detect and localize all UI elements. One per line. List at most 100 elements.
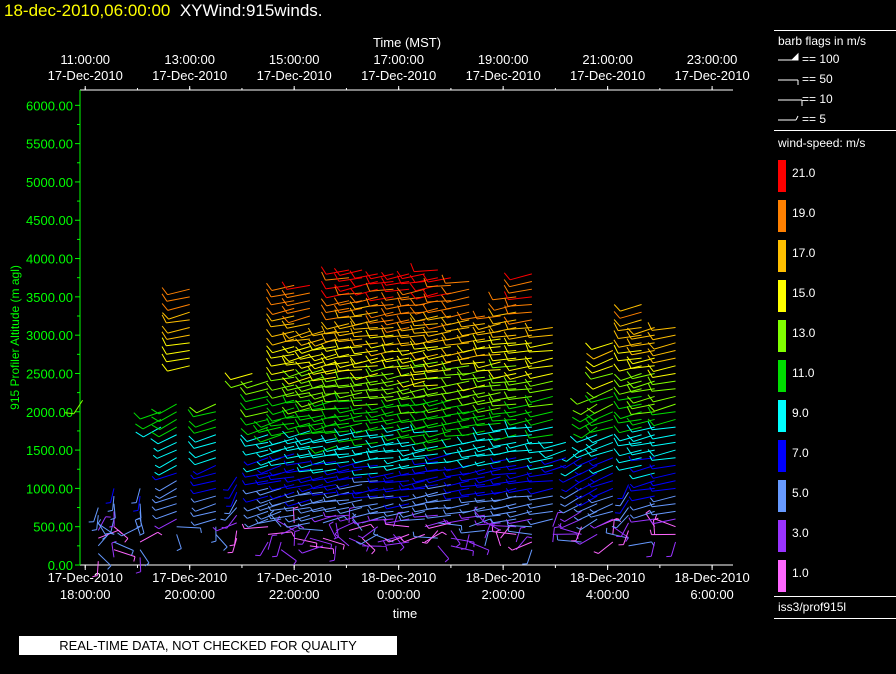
wind-barb-shaft [530,380,553,387]
wind-barb-feather [589,478,595,483]
wind-barb-shaft [462,438,485,445]
wind-barb-shaft [530,411,553,418]
wind-barb-shaft [529,449,553,454]
wind-barb-feather [322,459,327,465]
wind-barb-shaft [353,418,378,422]
wind-barb-feather [357,535,363,539]
wind-barb-feather [613,311,621,319]
top-tick-label-date: 17-Dec-2010 [466,68,541,83]
wind-barb-shaft [371,365,394,373]
wind-barb-shaft [272,491,295,500]
wind-barb-shaft [338,369,363,372]
wind-barb-shaft [166,296,190,302]
wind-barb-feather [615,465,620,471]
wind-barb-shaft [559,527,582,535]
wind-barb-feather [526,536,533,539]
wind-barb-feather [626,346,633,356]
wind-barb-feather [398,455,402,461]
wind-barb-feather [443,488,447,494]
wind-barb-feather [293,560,297,566]
wind-barb-feather [266,288,272,298]
y-tick-label: 4000.00 [26,252,73,267]
wind-barb-shaft [156,449,177,459]
wind-barb-shaft [280,549,297,562]
wind-barb-shaft [193,441,216,449]
top-tick-label-time: 11:00:00 [60,52,110,67]
wind-barb-shaft [194,495,216,503]
wind-barb-feather [294,426,301,435]
wind-barb-shaft [355,518,378,525]
wind-barb-feather [239,394,247,402]
wind-barb-feather [613,400,620,409]
wind-barb-feather [243,507,248,512]
wind-barb-shaft [230,372,253,381]
wind-barb-shaft [594,518,614,529]
wind-barb-shaft [322,515,345,524]
wind-barb-shaft [97,553,112,567]
wind-barb-feather [399,546,405,551]
wind-barb-shaft [270,514,295,520]
wind-barb-feather [559,518,565,523]
wind-barb-shaft [446,503,470,510]
wind-barb-feather [611,526,617,529]
wind-barb-feather [441,378,447,387]
wind-barb-feather [131,502,137,504]
wind-barb-feather [269,495,274,500]
wind-barb-shaft [492,480,517,485]
wind-barb-feather [350,328,355,337]
wind-barb-feather [410,263,415,272]
wind-barb-feather [613,344,619,354]
y-tick-label: 4500.00 [26,213,73,228]
wind-barb-feather [268,455,273,461]
wind-barb-plot: 11:00:0017-Dec-201013:00:0017-Dec-201015… [8,35,750,621]
color-scale-label: 1.0 [792,566,809,580]
wind-barb-shaft [257,480,282,486]
wind-barb-feather [239,409,247,418]
wind-barb-feather [366,546,369,552]
wind-barb-feather [486,550,490,556]
wind-barb-feather [320,311,327,320]
wind-barb-feather [409,337,417,345]
wind-barb-feather [266,337,273,346]
wind-barb-shaft [591,342,613,350]
wind-barb-shaft [578,472,598,484]
wind-barb-feather [411,468,416,474]
wind-barb-feather [472,432,478,442]
wind-barb-shaft [276,541,282,557]
wind-barb-shaft [370,426,394,432]
wind-barb-feather [135,423,144,430]
wind-barb-feather [284,518,290,523]
wind-barb-feather [626,331,632,340]
color-scale-label: 9.0 [792,406,809,420]
wind-barb-shaft [353,365,378,368]
wind-barb-feather [474,497,478,503]
wind-barb-shaft [121,526,141,537]
wind-barb-shaft [529,495,553,501]
wind-barb-shaft [653,472,676,479]
wind-barb-feather [505,492,509,498]
y-tick-label: 2000.00 [26,405,73,420]
wind-barb-shaft [476,522,501,526]
top-axis-title: Time (MST) [373,35,441,50]
wind-barb-feather [239,438,246,447]
wind-barb-shaft [652,357,676,364]
wind-barb-feather [322,496,326,502]
wind-barb-shaft [528,349,553,353]
wind-barb-shaft [652,334,676,341]
wind-barb-shaft [272,399,295,407]
wind-barb-feather [91,529,97,531]
top-tick-label-date: 17-Dec-2010 [48,68,123,83]
wind-barb-feather [524,444,530,454]
wind-barb-shaft [530,372,553,379]
wind-barb-shaft [529,503,553,509]
wind-barb-shaft [620,304,642,312]
wind-barb-shaft [652,411,676,416]
wind-barb-feather [152,454,158,459]
wind-barb-feather [572,409,582,416]
wind-barb-shaft [353,411,378,415]
wind-barb-shaft [529,334,553,338]
wind-barb-feather [336,463,341,468]
wind-barb-feather [586,391,595,398]
wind-barb-feather [188,435,196,443]
wind-barb-shaft [493,311,517,317]
